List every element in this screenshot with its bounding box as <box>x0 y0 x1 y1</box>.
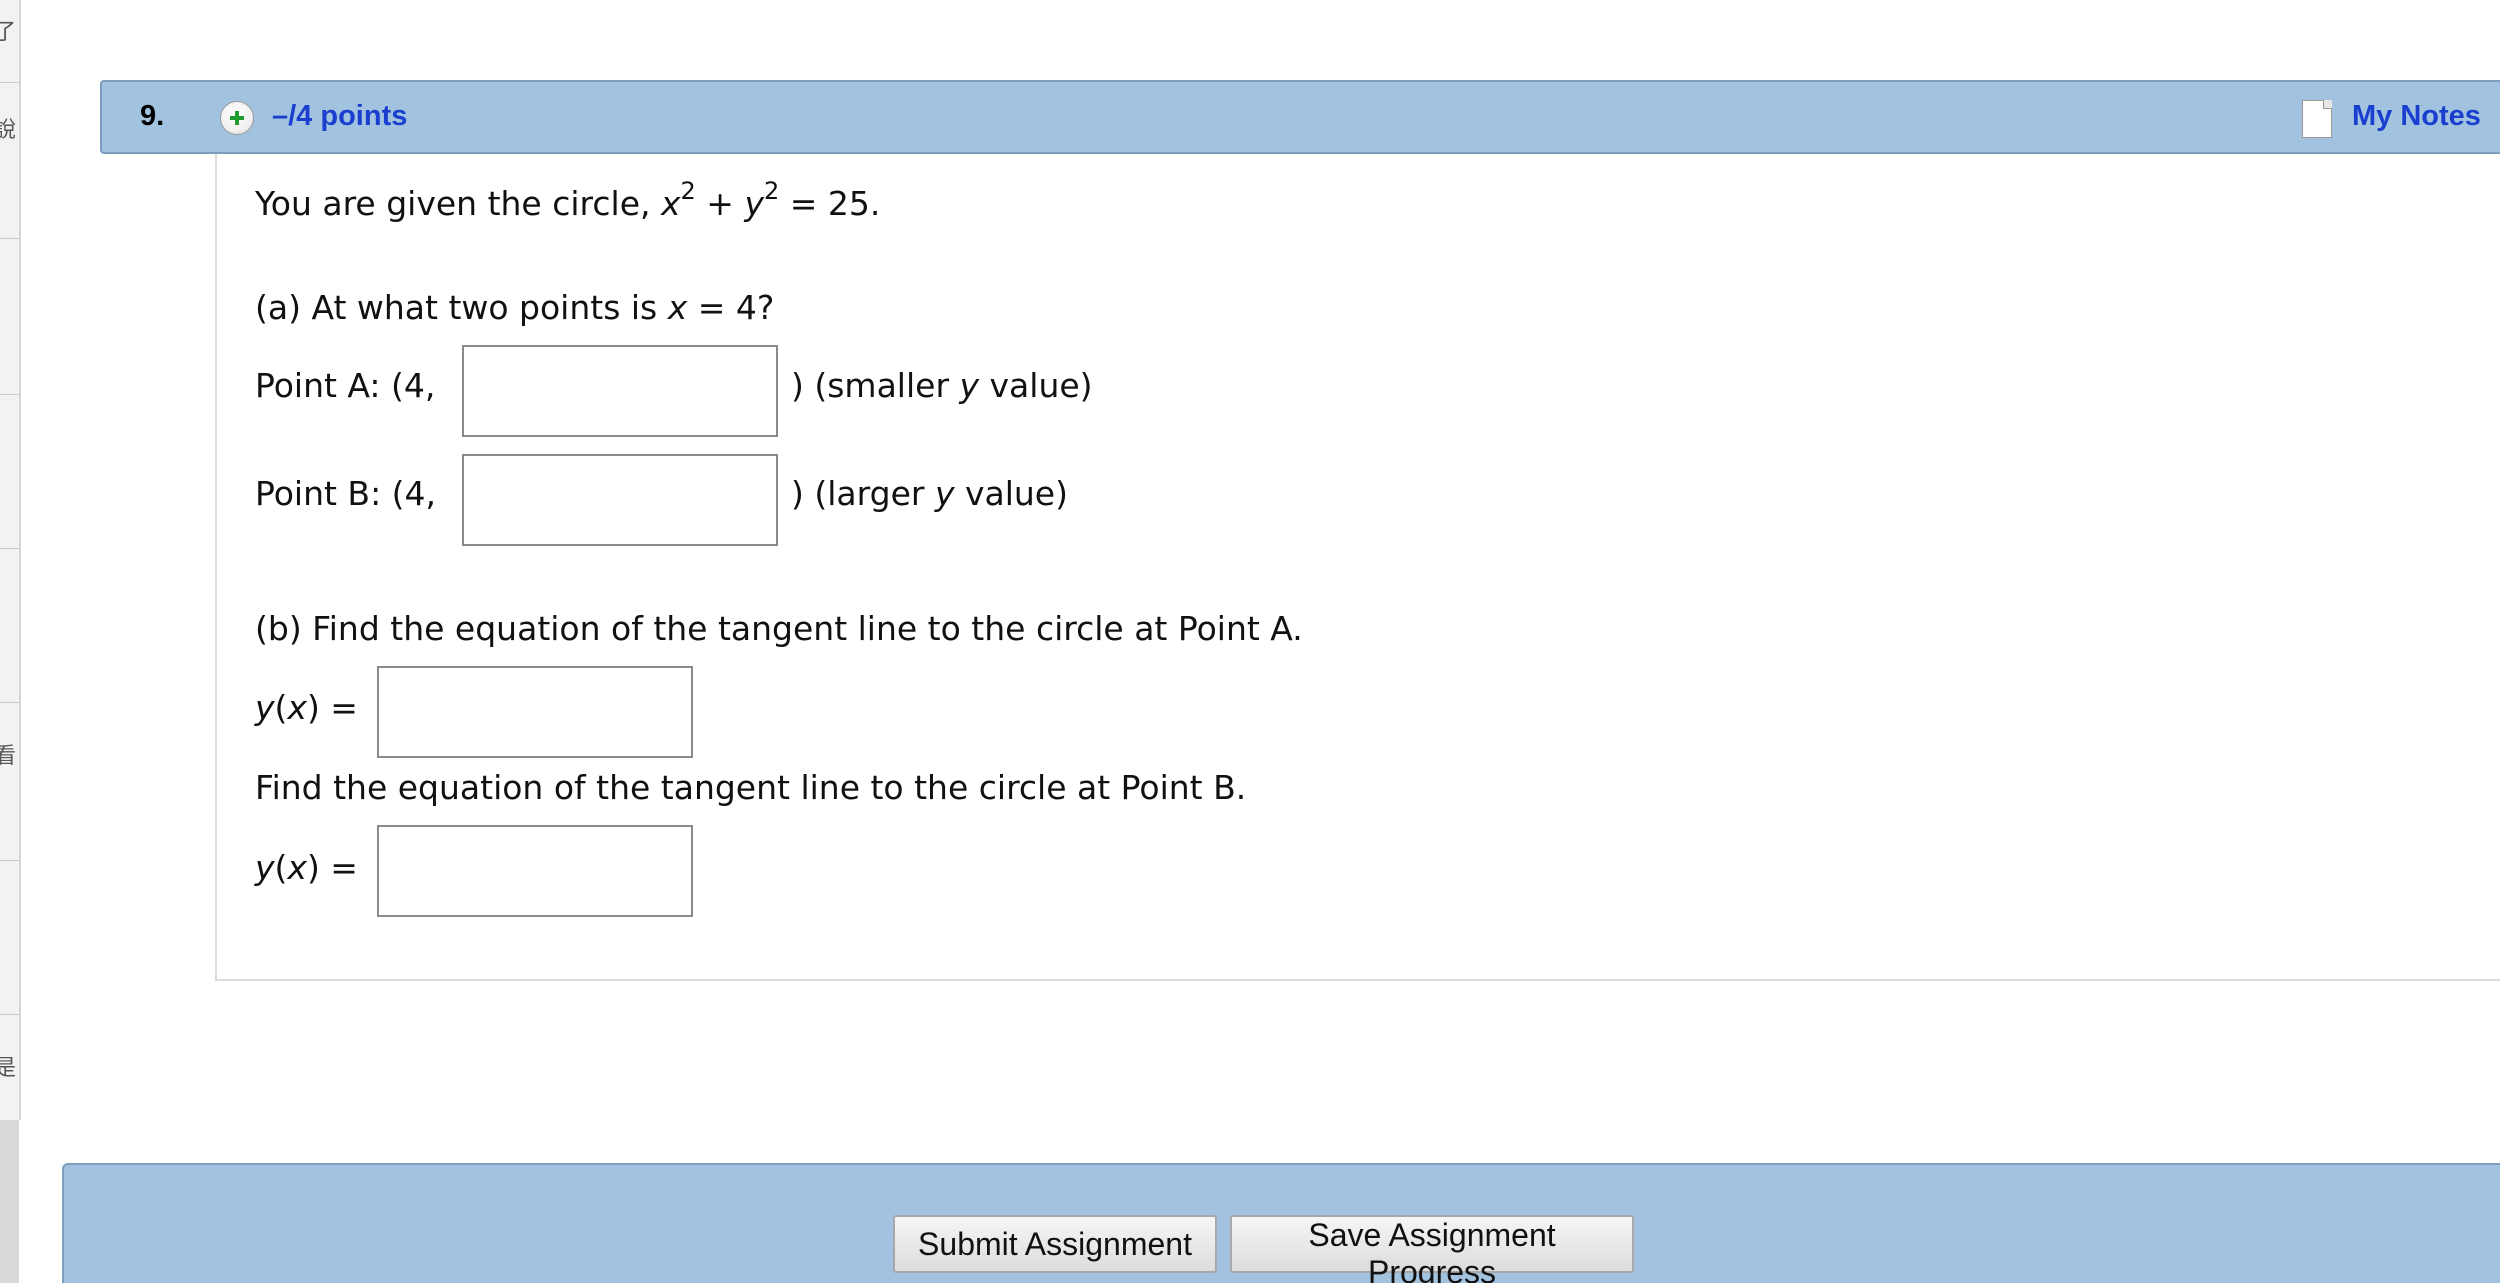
part-b-prompt-point-a: (b) Find the equation of the tangent lin… <box>255 609 1303 648</box>
sidebar-lower-panel <box>0 1120 19 1283</box>
sidebar-divider <box>0 702 19 703</box>
sidebar-divider <box>0 394 19 395</box>
submit-assignment-button[interactable]: Submit Assignment <box>893 1215 1217 1273</box>
sidebar-divider <box>0 1014 19 1015</box>
sidebar-divider <box>0 548 19 549</box>
notes-document-fold-icon <box>2323 100 2332 109</box>
assignment-footer: Submit Assignment Save Assignment Progre… <box>62 1163 2500 1283</box>
tangent-a-function-label: y(x) = <box>255 688 358 727</box>
part-a-prompt: (a) At what two points is x = 4? <box>255 288 775 327</box>
tangent-b-equation-input[interactable] <box>377 825 693 917</box>
tangent-a-equation-input[interactable] <box>377 666 693 758</box>
point-a-label: Point A: (4, <box>255 366 436 405</box>
sidebar-glyph: 看 <box>0 744 17 769</box>
point-b-hint: ) (larger y value) <box>791 474 1068 513</box>
tangent-b-function-label: y(x) = <box>255 848 358 887</box>
expand-plus-icon[interactable] <box>220 101 254 135</box>
sidebar-glyph: 是 <box>0 1056 17 1081</box>
part-b-prompt-point-b: Find the equation of the tangent line to… <box>255 768 1247 807</box>
point-a-y-input[interactable] <box>462 345 778 437</box>
my-notes-link[interactable]: My Notes <box>2352 100 2481 133</box>
point-b-label: Point B: (4, <box>255 474 437 513</box>
sidebar-divider <box>0 82 19 83</box>
points-link[interactable]: –/4 points <box>272 100 407 133</box>
question-header: 9. –/4 points My Notes <box>100 80 2500 154</box>
circle-statement: You are given the circle, x2 + y2 = 25. <box>255 177 881 223</box>
sidebar-divider <box>0 860 19 861</box>
left-sidebar-strip: 了 說 看 是 <box>0 0 21 1120</box>
save-assignment-progress-button[interactable]: Save Assignment Progress <box>1230 1215 1634 1283</box>
point-b-y-input[interactable] <box>462 454 778 546</box>
sidebar-divider <box>0 238 19 239</box>
point-a-hint: ) (smaller y value) <box>791 366 1093 405</box>
sidebar-glyph: 了 <box>0 20 17 45</box>
sidebar-glyph: 說 <box>0 118 17 143</box>
question-body: You are given the circle, x2 + y2 = 25. … <box>215 154 2500 981</box>
question-number: 9. <box>140 100 165 132</box>
